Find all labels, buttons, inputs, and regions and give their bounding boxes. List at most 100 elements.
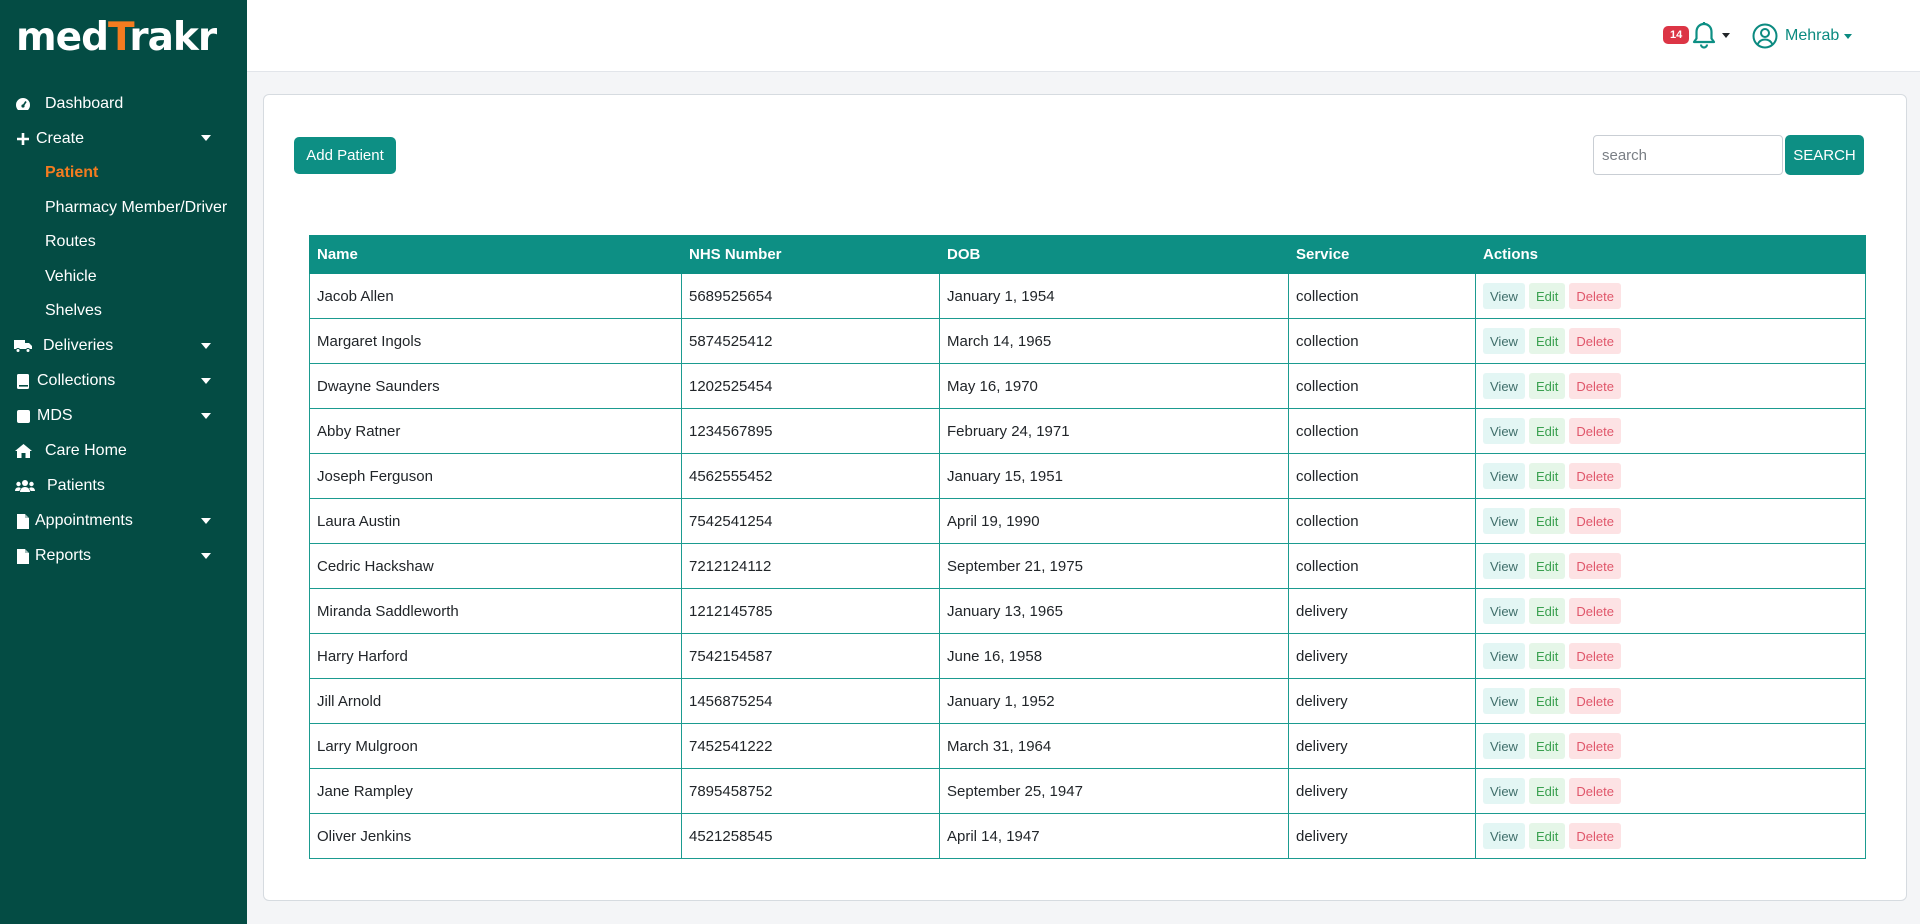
- chevron-down-icon: [1722, 32, 1731, 38]
- cell-name: Jill Arnold: [309, 678, 682, 724]
- delete-button[interactable]: Delete: [1569, 733, 1621, 759]
- cell-service: delivery: [1288, 678, 1476, 724]
- delete-button[interactable]: Delete: [1569, 328, 1621, 354]
- column-header-service[interactable]: Service: [1288, 235, 1476, 274]
- cell-dob: January 13, 1965: [939, 588, 1289, 634]
- sidebar-item-mds[interactable]: MDS: [0, 399, 247, 434]
- sidebar-item-appointments[interactable]: Appointments: [0, 504, 247, 539]
- sidebar-item-label: MDS: [37, 407, 73, 424]
- sidebar-item-label: Appointments: [35, 512, 133, 529]
- view-button[interactable]: View: [1483, 463, 1525, 489]
- table-row: Jane Rampley 7895458752 September 25, 1947…: [309, 768, 1866, 814]
- sidebar-item-reports[interactable]: Reports: [0, 539, 247, 574]
- cell-actions: View Edit Delete: [1475, 678, 1866, 724]
- delete-button[interactable]: Delete: [1569, 553, 1621, 579]
- column-header-dob[interactable]: DOB: [939, 235, 1289, 274]
- search-button[interactable]: SEARCH: [1785, 135, 1864, 175]
- sidebar-subitem-pharmacy-member-driver[interactable]: Pharmacy Member/Driver: [0, 191, 247, 226]
- notifications-dropdown[interactable]: 14: [1663, 21, 1731, 49]
- notification-count-badge: 14: [1663, 26, 1690, 44]
- edit-button[interactable]: Edit: [1528, 733, 1566, 759]
- sidebar-item-deliveries[interactable]: Deliveries: [0, 329, 247, 364]
- edit-button[interactable]: Edit: [1528, 778, 1566, 804]
- cell-dob: March 14, 1965: [939, 318, 1289, 364]
- view-button[interactable]: View: [1483, 283, 1525, 309]
- delete-button[interactable]: Delete: [1569, 418, 1621, 444]
- view-button[interactable]: View: [1483, 688, 1525, 714]
- cell-dob: September 21, 1975: [939, 543, 1289, 589]
- view-button[interactable]: View: [1483, 778, 1525, 804]
- cell-actions: View Edit Delete: [1475, 498, 1866, 544]
- cell-nhs-number: 7542154587: [681, 633, 940, 679]
- cell-nhs-number: 1234567895: [681, 408, 940, 454]
- edit-button[interactable]: Edit: [1528, 418, 1566, 444]
- cell-actions: View Edit Delete: [1475, 318, 1866, 364]
- gauge-icon: [14, 95, 32, 113]
- sidebar-item-label: Reports: [35, 547, 92, 564]
- delete-button[interactable]: Delete: [1569, 508, 1621, 534]
- sidebar-item-create[interactable]: Create: [0, 121, 247, 156]
- sidebar-subitem-shelves[interactable]: Shelves: [0, 294, 247, 329]
- delete-button[interactable]: Delete: [1569, 823, 1621, 849]
- delete-button[interactable]: Delete: [1569, 283, 1621, 309]
- view-button[interactable]: View: [1483, 418, 1525, 444]
- add-patient-button[interactable]: Add Patient: [294, 137, 396, 174]
- edit-button[interactable]: Edit: [1528, 553, 1566, 579]
- edit-button[interactable]: Edit: [1528, 328, 1566, 354]
- cell-name: Margaret Ingols: [309, 318, 682, 364]
- sidebar-subitem-patient[interactable]: Patient: [0, 156, 247, 191]
- cell-actions: View Edit Delete: [1475, 408, 1866, 454]
- bell-icon[interactable]: [1691, 21, 1717, 49]
- delete-button[interactable]: Delete: [1569, 598, 1621, 624]
- edit-button[interactable]: Edit: [1528, 823, 1566, 849]
- edit-button[interactable]: Edit: [1528, 688, 1566, 714]
- edit-button[interactable]: Edit: [1528, 463, 1566, 489]
- sidebar-item-collections[interactable]: Collections: [0, 364, 247, 399]
- cell-nhs-number: 7895458752: [681, 768, 940, 814]
- table-row: Cedric Hackshaw 7212124112 September 21, 1…: [309, 543, 1866, 589]
- cell-service: collection: [1288, 498, 1476, 544]
- view-button[interactable]: View: [1483, 508, 1525, 534]
- edit-button[interactable]: Edit: [1528, 283, 1566, 309]
- sidebar-item-label: Care Home: [45, 442, 127, 459]
- column-header-actions: Actions: [1475, 235, 1866, 274]
- search-input[interactable]: [1593, 135, 1783, 175]
- edit-button[interactable]: Edit: [1528, 598, 1566, 624]
- delete-button[interactable]: Delete: [1569, 778, 1621, 804]
- view-button[interactable]: View: [1483, 373, 1525, 399]
- cell-name: Miranda Saddleworth: [309, 588, 682, 634]
- column-header-name[interactable]: Name: [309, 235, 682, 274]
- edit-button[interactable]: Edit: [1528, 643, 1566, 669]
- view-button[interactable]: View: [1483, 733, 1525, 759]
- view-button[interactable]: View: [1483, 823, 1525, 849]
- table-row: Margaret Ingols 5874525412 March 14, 1965 c…: [309, 318, 1866, 364]
- delete-button[interactable]: Delete: [1569, 643, 1621, 669]
- view-button[interactable]: View: [1483, 328, 1525, 354]
- sidebar-item-care-home[interactable]: Care Home: [0, 434, 247, 469]
- column-header-nhs-number[interactable]: NHS Number: [681, 235, 940, 274]
- edit-button[interactable]: Edit: [1528, 373, 1566, 399]
- sidebar-item-label: Dashboard: [45, 94, 124, 112]
- delete-button[interactable]: Delete: [1569, 688, 1621, 714]
- sidebar-item-label: Collections: [37, 372, 116, 389]
- table-row: Jacob Allen 5689525654 January 1, 1954 coll…: [309, 273, 1866, 319]
- cell-service: delivery: [1288, 813, 1476, 859]
- sidebar-subitem-routes[interactable]: Routes: [0, 225, 247, 260]
- cell-nhs-number: 7542541254: [681, 498, 940, 544]
- cell-name: Laura Austin: [309, 498, 682, 544]
- cell-dob: May 16, 1970: [939, 363, 1289, 409]
- delete-button[interactable]: Delete: [1569, 463, 1621, 489]
- medtrakr-logo[interactable]: medTrakr: [16, 18, 217, 57]
- view-button[interactable]: View: [1483, 598, 1525, 624]
- sidebar-item-dashboard[interactable]: Dashboard: [0, 86, 247, 121]
- cell-name: Joseph Ferguson: [309, 453, 682, 499]
- edit-button[interactable]: Edit: [1528, 508, 1566, 534]
- view-button[interactable]: View: [1483, 553, 1525, 579]
- table-row: Laura Austin 7542541254 April 19, 1990 coll…: [309, 498, 1866, 544]
- user-menu[interactable]: Mehrab: [1752, 22, 1853, 50]
- sidebar-nav: Dashboard Create Patient Pharmacy Member…: [0, 86, 247, 574]
- view-button[interactable]: View: [1483, 643, 1525, 669]
- sidebar-item-patients[interactable]: Patients: [0, 469, 247, 504]
- delete-button[interactable]: Delete: [1569, 373, 1621, 399]
- sidebar-subitem-vehicle[interactable]: Vehicle: [0, 260, 247, 295]
